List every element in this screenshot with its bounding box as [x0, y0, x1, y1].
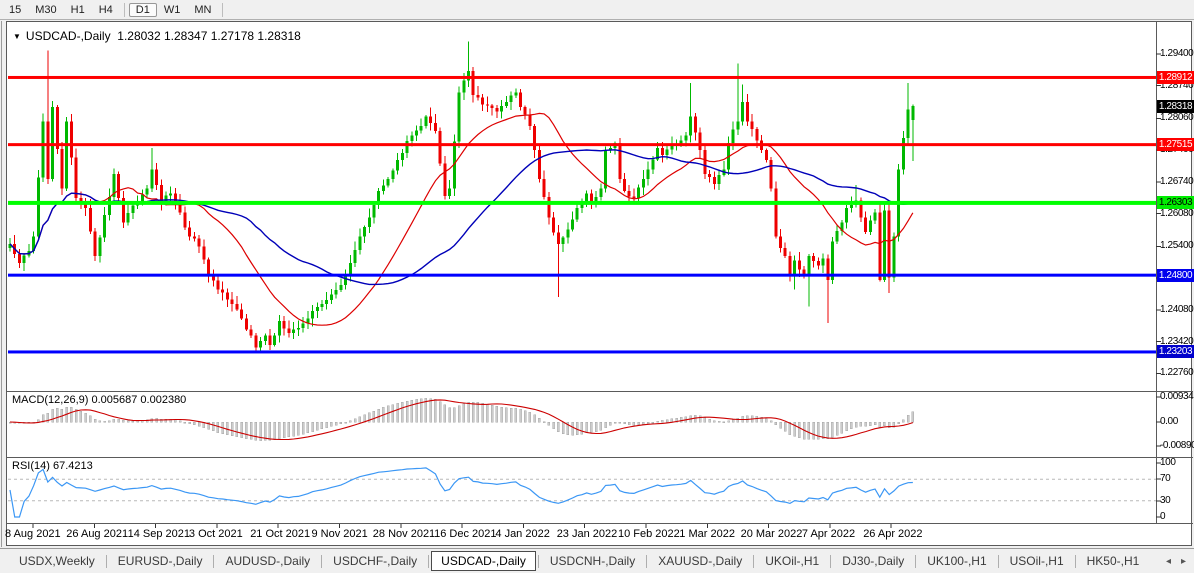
date-label: 26 Aug 2021	[66, 528, 128, 540]
rsi-value: 67.4213	[53, 460, 93, 472]
date-label: 26 Apr 2022	[863, 528, 922, 540]
macd-indicator-name: MACD(12,26,9)	[12, 394, 88, 406]
chart-tabs: USDX,WeeklyEURUSD-,DailyAUDUSD-,DailyUSD…	[0, 548, 1194, 573]
date-label: 7 Apr 2022	[802, 528, 855, 540]
price-badge-1.23203: 1.23203	[1157, 345, 1194, 358]
timeframe-mn[interactable]: MN	[187, 3, 218, 17]
macd-label: MACD(12,26,9) 0.005687 0.002380	[12, 394, 186, 406]
timeframe-w1[interactable]: W1	[157, 3, 188, 17]
timeframe-15[interactable]: 15	[2, 3, 28, 17]
date-label: 28 Nov 2021	[373, 528, 435, 540]
tab-separator	[538, 555, 539, 568]
timeframe-h4[interactable]: H4	[92, 3, 120, 17]
macd-tick: 0.009345	[1160, 391, 1194, 402]
price-badge-1.27515: 1.27515	[1157, 138, 1194, 151]
date-label: 4 Jan 2022	[495, 528, 549, 540]
chart-title-ohlc: 1.28032 1.28347 1.27178 1.28318	[117, 29, 301, 43]
chart-title-symbol: USDCAD-,Daily	[26, 29, 111, 43]
toolbar-separator	[124, 3, 125, 17]
price-badge-1.28912: 1.28912	[1157, 71, 1194, 84]
tab-separator	[915, 555, 916, 568]
rsi-tick: 0	[1160, 511, 1165, 522]
tab-usdchf-daily[interactable]: USDCHF-,Daily	[324, 551, 426, 571]
tab-nav: ◂▸	[1164, 556, 1194, 567]
price-tick: 1.25400	[1160, 240, 1193, 251]
tab-separator	[428, 555, 429, 568]
tab-separator	[321, 555, 322, 568]
tab-separator	[830, 555, 831, 568]
price-badge-1.26303: 1.26303	[1157, 196, 1194, 209]
timeframe-d1[interactable]: D1	[129, 3, 157, 17]
tab-hk50-h1[interactable]: HK50-,H1	[1078, 551, 1149, 571]
macd-tick: 0.00	[1160, 416, 1178, 427]
tab-scroll-left-icon[interactable]: ◂	[1164, 556, 1173, 567]
tab-separator	[1075, 555, 1076, 568]
tab-xauusd-daily[interactable]: XAUUSD-,Daily	[649, 551, 751, 571]
macd-values: 0.005687 0.002380	[91, 394, 186, 406]
date-label: 16 Dec 2021	[434, 528, 496, 540]
tab-ukoil-h1[interactable]: UKOil-,H1	[756, 551, 828, 571]
date-label: 20 Mar 2022	[741, 528, 803, 540]
price-tick: 1.29400	[1160, 48, 1193, 59]
price-tick: 1.26740	[1160, 176, 1193, 187]
rsi-tick: 70	[1160, 473, 1170, 484]
date-label: 1 Mar 2022	[679, 528, 735, 540]
tab-usdcad-daily[interactable]: USDCAD-,Daily	[431, 551, 536, 571]
toolbar-separator	[222, 3, 223, 17]
tab-separator	[646, 555, 647, 568]
rsi-tick: 100	[1160, 457, 1176, 468]
date-axis[interactable]: 8 Aug 2021 26 Aug 202114 Sep 20213 Oct 20…	[0, 524, 1156, 547]
price-tick: 1.24080	[1160, 304, 1193, 315]
price-tick: 1.28060	[1160, 112, 1193, 123]
tab-audusd-daily[interactable]: AUDUSD-,Daily	[216, 551, 319, 571]
date-label: 8 Aug 2021	[5, 528, 61, 540]
tab-dj30-daily[interactable]: DJ30-,Daily	[833, 551, 913, 571]
rsi-indicator-name: RSI(14)	[12, 460, 50, 472]
date-label: 14 Sep 2021	[128, 528, 190, 540]
tab-uk100-h1[interactable]: UK100-,H1	[918, 551, 995, 571]
date-label: 23 Jan 2022	[557, 528, 618, 540]
chart-marker-icon: ▼	[13, 32, 21, 41]
rsi-label: RSI(14) 67.4213	[12, 460, 93, 472]
tab-scroll-right-icon[interactable]: ▸	[1179, 556, 1188, 567]
tab-separator	[753, 555, 754, 568]
date-label: 3 Oct 2021	[189, 528, 243, 540]
rsi-tick: 30	[1160, 495, 1170, 506]
tab-separator	[106, 555, 107, 568]
timeframe-m30[interactable]: M30	[28, 3, 63, 17]
tab-usoil-h1[interactable]: USOil-,H1	[1001, 551, 1073, 571]
tab-usdcnh-daily[interactable]: USDCNH-,Daily	[541, 551, 644, 571]
price-tick: 1.22760	[1160, 367, 1193, 378]
date-label: 21 Oct 2021	[250, 528, 310, 540]
price-badge-1.24800: 1.24800	[1157, 269, 1194, 282]
timeframe-toolbar: 15M30H1H4 D1W1MN	[0, 0, 1194, 20]
price-axis[interactable]: 1.294001.287401.280601.274001.267401.260…	[1157, 21, 1194, 547]
tab-usdx-weekly[interactable]: USDX,Weekly	[10, 551, 104, 571]
tab-separator	[998, 555, 999, 568]
tab-eurusd-daily[interactable]: EURUSD-,Daily	[109, 551, 212, 571]
chart-plot-area[interactable]	[8, 27, 1156, 523]
timeframe-h1[interactable]: H1	[64, 3, 92, 17]
tab-separator	[213, 555, 214, 568]
macd-tick: -0.008902	[1160, 440, 1194, 451]
date-label: 10 Feb 2022	[618, 528, 680, 540]
date-label: 9 Nov 2021	[312, 528, 368, 540]
chart-title: ▼ USDCAD-,Daily 1.28032 1.28347 1.27178 1…	[13, 29, 301, 43]
price-badge-1.28318: 1.28318	[1157, 100, 1194, 113]
